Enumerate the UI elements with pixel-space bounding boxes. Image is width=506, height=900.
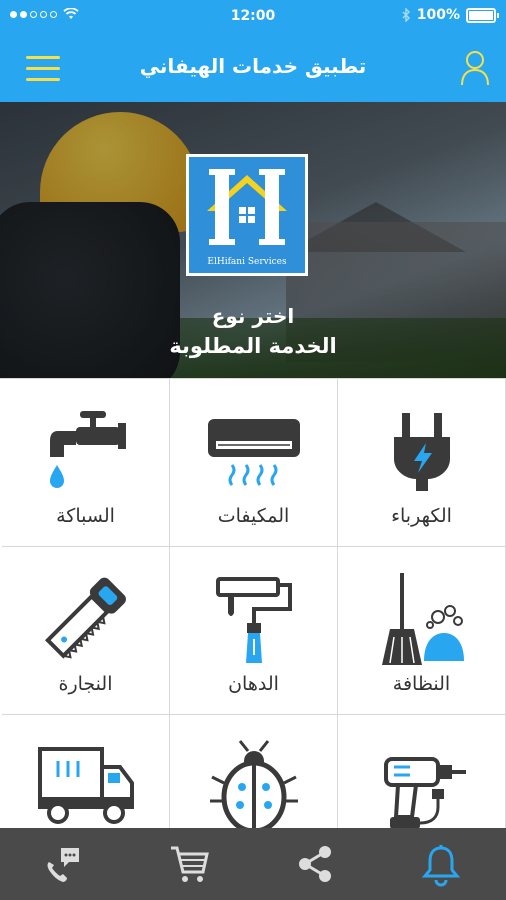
user-profile-icon[interactable] bbox=[460, 50, 490, 86]
service-label: الدهان bbox=[228, 673, 279, 695]
hero-banner: ElHifani Services اختر نوع الخدمة المطلو… bbox=[0, 102, 506, 378]
logo-caption: ElHifani Services bbox=[207, 257, 287, 267]
share-icon bbox=[299, 846, 331, 882]
service-label: المكيفات bbox=[217, 505, 290, 527]
service-label: النجارة bbox=[58, 673, 113, 695]
hand-saw-icon bbox=[44, 577, 126, 659]
water-tap-icon bbox=[50, 411, 126, 488]
nav-contact[interactable] bbox=[0, 828, 126, 900]
bottom-navigation bbox=[0, 828, 506, 900]
service-electricity[interactable]: الكهرباء bbox=[338, 379, 506, 547]
shopping-cart-icon bbox=[171, 846, 209, 882]
house-h-logo-icon bbox=[207, 169, 287, 245]
service-ac[interactable]: المكيفات bbox=[170, 379, 338, 547]
service-label: النظافة bbox=[392, 673, 451, 695]
power-drill-icon bbox=[384, 757, 466, 829]
service-cleaning[interactable]: النظافة bbox=[338, 547, 506, 715]
service-label: الكهرباء bbox=[391, 505, 452, 527]
page-title: تطبيق خدمات الهيفاني bbox=[139, 54, 367, 78]
paint-roller-icon bbox=[216, 577, 292, 663]
air-conditioner-icon bbox=[208, 419, 300, 486]
nav-notifications[interactable] bbox=[378, 828, 504, 900]
moving-truck-icon bbox=[38, 747, 134, 824]
banner-line-1: اختر نوع bbox=[211, 304, 295, 328]
service-plumbing[interactable]: السباكة bbox=[2, 379, 170, 547]
app-header: تطبيق خدمات الهيفاني bbox=[0, 34, 506, 102]
nav-share[interactable] bbox=[252, 828, 378, 900]
battery-area: 100% bbox=[401, 7, 499, 23]
service-carpentry[interactable]: النجارة bbox=[2, 547, 170, 715]
ladybug-pest-icon bbox=[210, 740, 298, 834]
electric-plug-icon bbox=[394, 413, 450, 491]
battery-icon bbox=[466, 7, 499, 23]
bluetooth-icon bbox=[402, 8, 410, 22]
nav-cart[interactable] bbox=[126, 828, 252, 900]
phone-chat-icon bbox=[47, 848, 79, 882]
company-logo: ElHifani Services bbox=[186, 154, 308, 276]
services-grid: الكهرباء المكيفات السباكة النظافة الدهان… bbox=[0, 378, 506, 883]
service-label: السباكة bbox=[56, 505, 115, 527]
bell-icon bbox=[421, 845, 461, 887]
service-painting[interactable]: الدهان bbox=[170, 547, 338, 715]
cleaning-broom-icon bbox=[382, 573, 464, 665]
banner-line-2: الخدمة المطلوبة bbox=[169, 334, 337, 358]
status-bar: 12:00 100% bbox=[0, 0, 506, 34]
battery-percent: 100% bbox=[416, 7, 460, 23]
